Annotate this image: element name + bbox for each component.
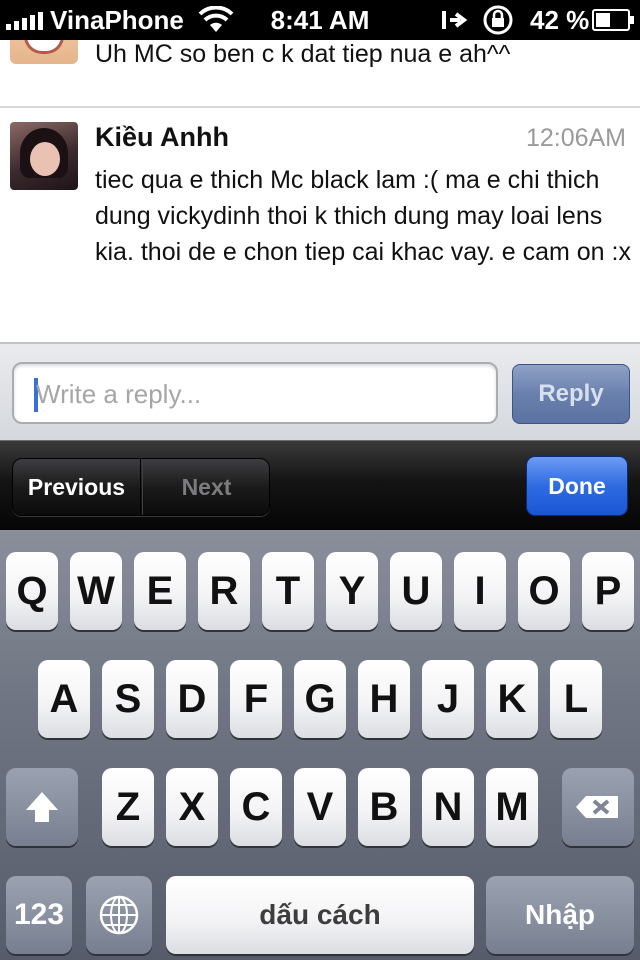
reply-bar: Reply (0, 342, 640, 440)
location-arrow-icon (442, 11, 468, 29)
keyboard: Q W E R T Y U I O P A S D F G H J K L Z … (0, 530, 640, 960)
backspace-key[interactable] (562, 768, 634, 846)
key-k[interactable]: K (486, 660, 538, 738)
battery-icon (592, 9, 634, 31)
reply-input-wrapper[interactable] (12, 362, 498, 424)
key-y[interactable]: Y (326, 552, 378, 630)
done-button[interactable]: Done (526, 456, 628, 516)
message-item: Kiều Anhh 12:06AM tiec qua e thich Mc bl… (0, 110, 640, 342)
avatar (10, 40, 78, 64)
numbers-key[interactable]: 123 (6, 876, 72, 954)
key-l[interactable]: L (550, 660, 602, 738)
key-u[interactable]: U (390, 552, 442, 630)
globe-icon (99, 895, 139, 935)
reply-input[interactable] (36, 374, 486, 414)
key-b[interactable]: B (358, 768, 410, 846)
key-t[interactable]: T (262, 552, 314, 630)
message-author[interactable]: Kiều Anhh (95, 122, 229, 153)
prev-next-control: Previous Next (12, 458, 270, 516)
key-o[interactable]: O (518, 552, 570, 630)
key-p[interactable]: P (582, 552, 634, 630)
avatar[interactable] (10, 122, 78, 190)
key-s[interactable]: S (102, 660, 154, 738)
key-m[interactable]: M (486, 768, 538, 846)
battery-percent: 42 % (530, 5, 590, 35)
backspace-icon (576, 796, 618, 818)
key-q[interactable]: Q (6, 552, 58, 630)
key-n[interactable]: N (422, 768, 474, 846)
shift-key[interactable] (6, 768, 78, 846)
status-bar: VinaPhone 8:41 AM 42 % (0, 0, 640, 40)
reply-button[interactable]: Reply (512, 364, 630, 424)
key-g[interactable]: G (294, 660, 346, 738)
globe-key[interactable] (86, 876, 152, 954)
key-d[interactable]: D (166, 660, 218, 738)
key-w[interactable]: W (70, 552, 122, 630)
message-text: Uh MC so ben c k dat tiep nua e ah^^ (95, 40, 511, 68)
message-item: Uh MC so ben c k dat tiep nua e ah^^ (0, 40, 640, 108)
return-key[interactable]: Nhập (486, 876, 634, 954)
key-i[interactable]: I (454, 552, 506, 630)
previous-button[interactable]: Previous (13, 459, 141, 515)
key-z[interactable]: Z (102, 768, 154, 846)
key-e[interactable]: E (134, 552, 186, 630)
rotation-lock-icon (483, 5, 513, 35)
message-list[interactable]: Uh MC so ben c k dat tiep nua e ah^^ Kiề… (0, 40, 640, 342)
key-h[interactable]: H (358, 660, 410, 738)
space-key[interactable]: dấu cách (166, 876, 474, 954)
key-f[interactable]: F (230, 660, 282, 738)
key-c[interactable]: C (230, 768, 282, 846)
keyboard-accessory-bar: Previous Next Done (0, 440, 640, 530)
key-j[interactable]: J (422, 660, 474, 738)
shift-icon (26, 792, 58, 822)
key-a[interactable]: A (38, 660, 90, 738)
key-r[interactable]: R (198, 552, 250, 630)
message-text: tiec qua e thich Mc black lam :( ma e ch… (95, 166, 631, 266)
message-timestamp: 12:06AM (525, 124, 626, 152)
key-x[interactable]: X (166, 768, 218, 846)
key-v[interactable]: V (294, 768, 346, 846)
next-button[interactable]: Next (142, 459, 269, 515)
